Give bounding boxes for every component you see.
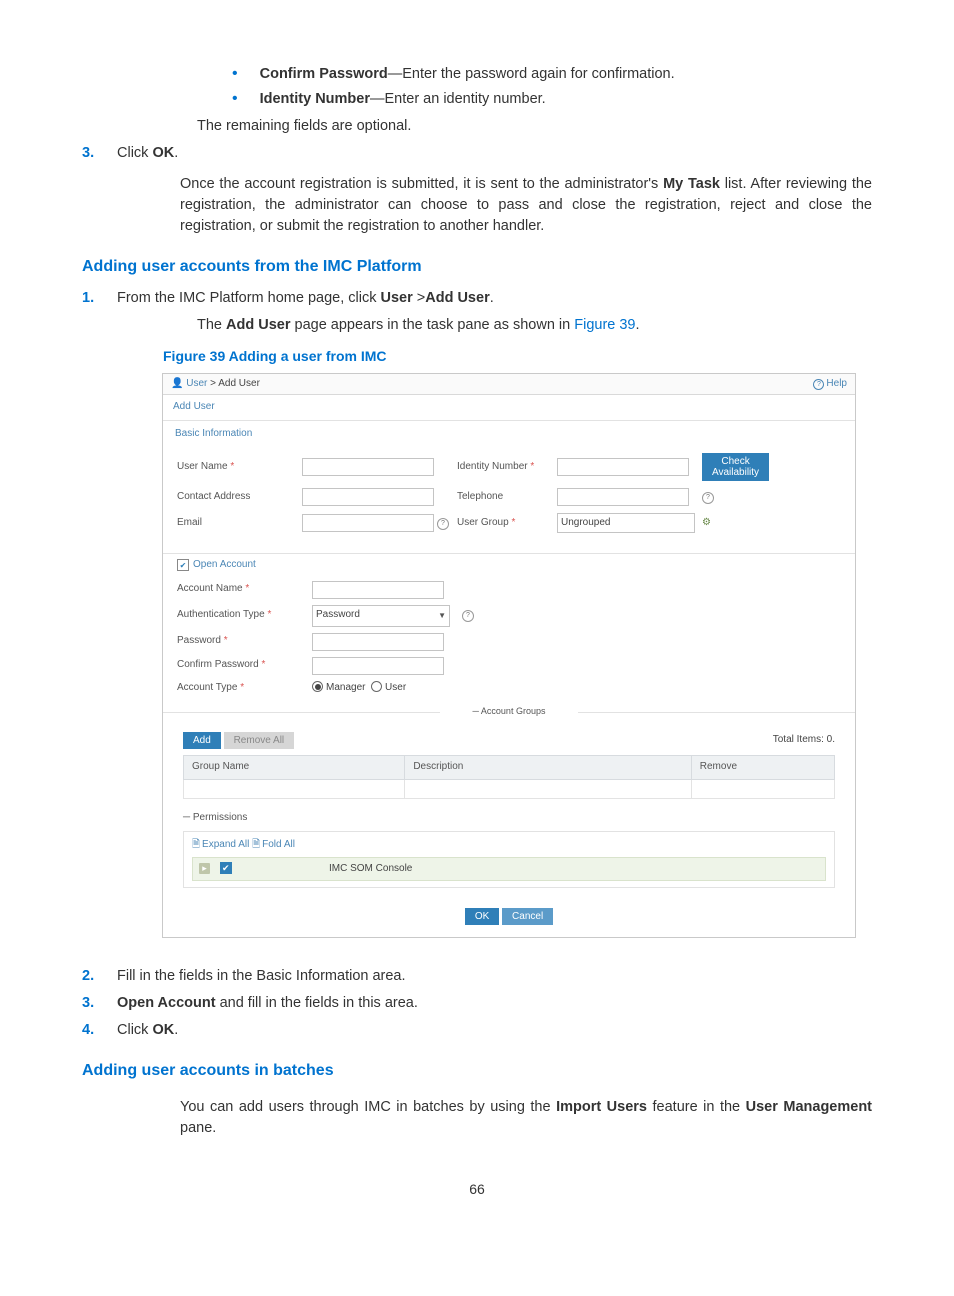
label-telephone: Telephone xyxy=(457,490,557,505)
permission-row[interactable]: ▸ ✔ IMC SOM Console xyxy=(192,857,826,882)
figure-caption: Figure 39 Adding a user from IMC xyxy=(163,346,872,366)
label-account-type: Account Type * xyxy=(177,681,312,696)
figure-link[interactable]: Figure 39 xyxy=(574,317,635,333)
help-icon: ? xyxy=(813,379,824,390)
step-number: 2. xyxy=(82,966,117,987)
group-picker-icon[interactable]: ⚙ xyxy=(702,517,711,528)
label-identity-number: Identity Number * xyxy=(457,460,557,475)
page-number: 66 xyxy=(82,1179,872,1199)
bullet-identity-number: • Identity Number—Enter an identity numb… xyxy=(232,89,872,110)
step-number: 3. xyxy=(82,143,117,164)
section-title-add-user: Add User xyxy=(163,395,855,421)
bullet-dot-icon: • xyxy=(232,89,238,110)
open-account-checkbox[interactable]: ✔ xyxy=(177,559,189,571)
label-user-name: User Name * xyxy=(177,460,302,475)
remaining-fields-note: The remaining fields are optional. xyxy=(197,116,872,137)
step-body: The Add User page appears in the task pa… xyxy=(197,315,872,336)
check-availability-button[interactable]: Check Availability xyxy=(702,453,769,481)
ok-button[interactable]: OK xyxy=(465,908,499,925)
batch-paragraph: You can add users through IMC in batches… xyxy=(180,1097,872,1139)
step-number: 1. xyxy=(82,288,117,309)
bullet-label: Identity Number xyxy=(260,91,370,107)
heading-adding-in-batches: Adding user accounts in batches xyxy=(82,1059,872,1082)
input-account-name[interactable] xyxy=(312,581,444,599)
expand-all-link[interactable]: Expand All xyxy=(202,839,249,850)
doc-icon: 🗎 xyxy=(252,839,260,850)
permission-label: IMC SOM Console xyxy=(329,862,819,877)
total-items: Total Items: 0. xyxy=(773,733,835,748)
col-remove: Remove xyxy=(691,756,834,780)
label-auth-type: Authentication Type * xyxy=(177,608,312,623)
help-link[interactable]: ?Help xyxy=(813,377,847,392)
step-text: Open Account and fill in the fields in t… xyxy=(117,993,418,1014)
select-auth-type[interactable]: Password▼ xyxy=(312,605,450,627)
panel-basic-information: Basic Information xyxy=(163,421,855,448)
after-submit-paragraph: Once the account registration is submitt… xyxy=(180,174,872,237)
input-confirm-password[interactable] xyxy=(312,657,444,675)
add-button[interactable]: Add xyxy=(183,732,221,749)
help-icon[interactable]: ? xyxy=(702,492,714,504)
cancel-button[interactable]: Cancel xyxy=(502,908,553,925)
table-row xyxy=(184,779,835,798)
radio-manager[interactable] xyxy=(312,681,323,692)
account-type-radios: Manager User xyxy=(312,681,462,696)
user-icon: 👤 xyxy=(171,378,183,389)
col-group-name: Group Name xyxy=(184,756,405,780)
input-telephone[interactable] xyxy=(557,488,689,506)
fold-all-link[interactable]: Fold All xyxy=(262,839,295,850)
input-contact-address[interactable] xyxy=(302,488,434,506)
bullet-label: Confirm Password xyxy=(260,66,388,82)
radio-user[interactable] xyxy=(371,681,382,692)
account-groups-header: Account Groups xyxy=(481,706,546,716)
chevron-down-icon: ▼ xyxy=(438,610,446,622)
input-password[interactable] xyxy=(312,633,444,651)
tree-expand-icon[interactable]: ▸ xyxy=(199,863,210,874)
bullet-confirm-password: • Confirm Password—Enter the password ag… xyxy=(232,64,872,85)
input-user-group[interactable]: Ungrouped xyxy=(557,513,695,533)
label-confirm-password: Confirm Password * xyxy=(177,658,312,673)
step-text: Click OK. xyxy=(117,1020,178,1041)
step-text: Fill in the fields in the Basic Informat… xyxy=(117,966,406,987)
doc-icon: 🗎 xyxy=(192,839,200,850)
step-text: From the IMC Platform home page, click U… xyxy=(117,288,494,309)
permission-check-icon[interactable]: ✔ xyxy=(220,862,232,874)
breadcrumb[interactable]: 👤 User > Add User xyxy=(171,377,260,392)
step-number: 3. xyxy=(82,993,117,1014)
input-identity-number[interactable] xyxy=(557,458,689,476)
help-icon[interactable]: ? xyxy=(437,518,449,530)
permissions-header: Permissions xyxy=(193,812,247,823)
step-text: Click OK. xyxy=(117,143,178,164)
col-description: Description xyxy=(405,756,691,780)
input-email[interactable] xyxy=(302,514,434,532)
input-user-name[interactable] xyxy=(302,458,434,476)
label-account-name: Account Name * xyxy=(177,582,312,597)
open-account-label: Open Account xyxy=(193,558,256,573)
step-number: 4. xyxy=(82,1020,117,1041)
label-contact-address: Contact Address xyxy=(177,490,302,505)
label-email: Email xyxy=(177,516,302,531)
bullet-dot-icon: • xyxy=(232,64,238,85)
account-groups-table: Group Name Description Remove xyxy=(183,755,835,799)
heading-adding-from-imc: Adding user accounts from the IMC Platfo… xyxy=(82,255,872,278)
screenshot-add-user: 👤 User > Add User ?Help Add User Basic I… xyxy=(162,373,856,939)
label-password: Password * xyxy=(177,634,312,649)
help-icon[interactable]: ? xyxy=(462,610,474,622)
remove-all-button[interactable]: Remove All xyxy=(224,732,295,749)
label-user-group: User Group * xyxy=(457,516,557,531)
